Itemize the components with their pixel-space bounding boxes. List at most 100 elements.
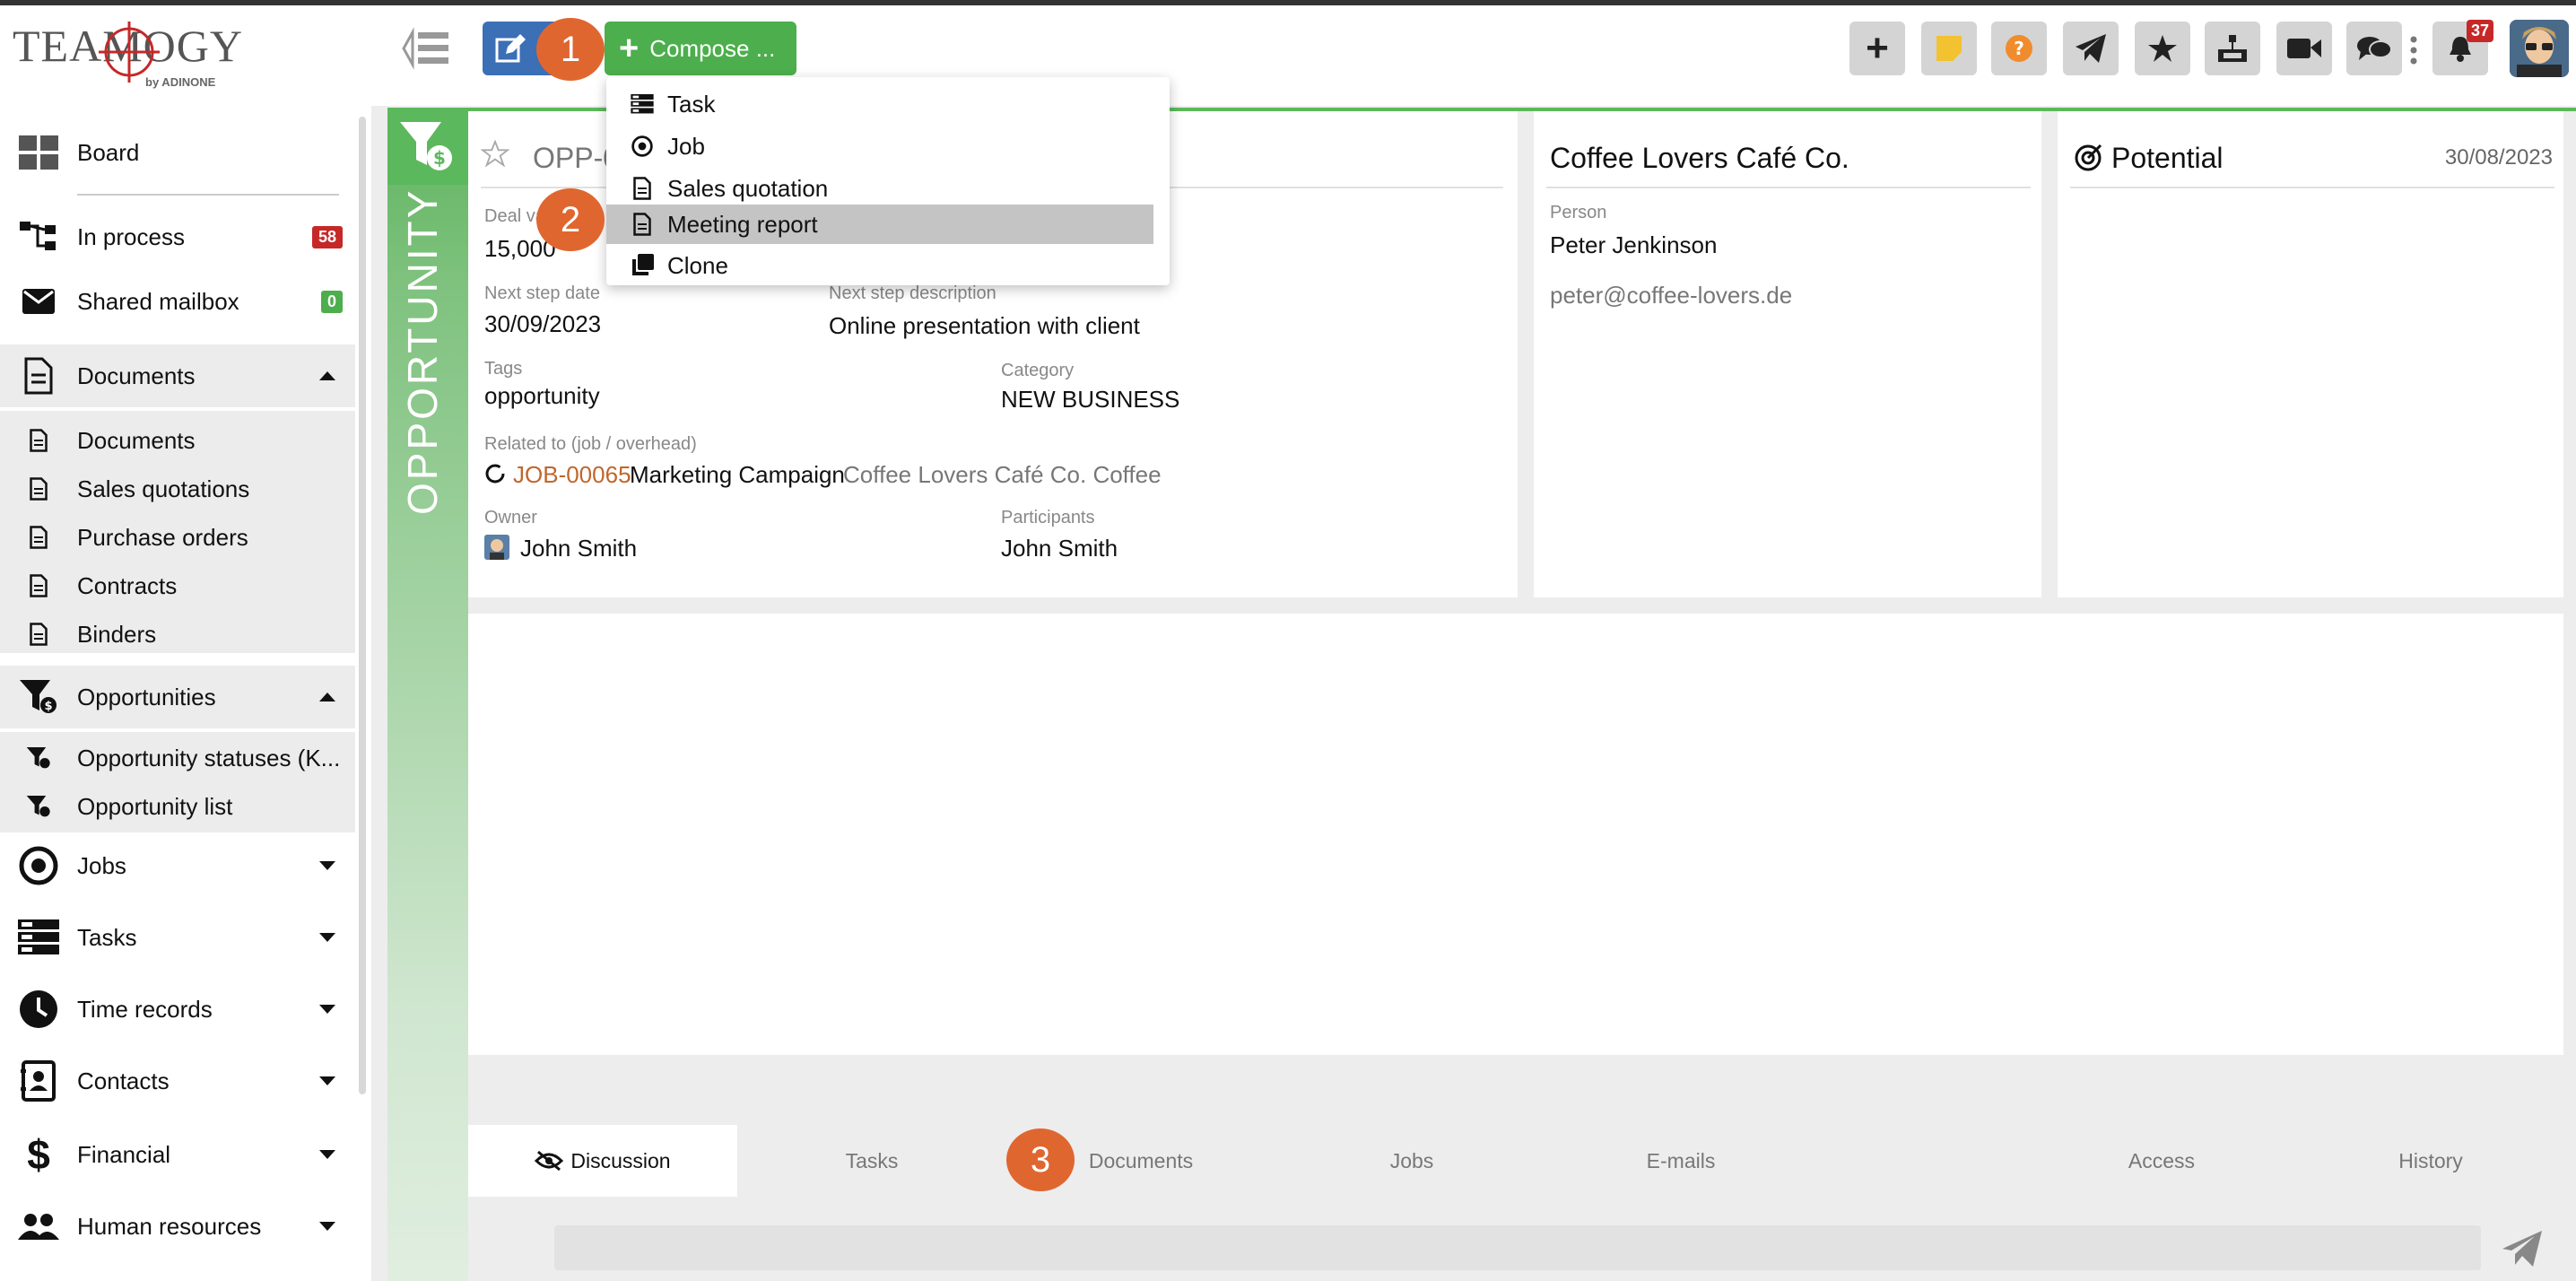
sidebar-subitem-opportunity-list[interactable]: Opportunity list <box>0 784 355 829</box>
sidebar-subitem-contracts[interactable]: Contracts <box>0 563 355 608</box>
tab-tasks[interactable]: Tasks <box>737 1125 1006 1197</box>
tab-emails[interactable]: E-mails <box>1546 1125 1815 1197</box>
sidebar-item-jobs[interactable]: Jobs <box>0 838 355 893</box>
video-call-button[interactable] <box>2276 22 2332 75</box>
funnel-dollar-icon: $ <box>18 680 59 714</box>
bullseye-arrow-icon <box>2075 144 2102 171</box>
menu-item-job[interactable]: Job <box>606 126 1170 166</box>
funnel-dollar-icon: $ <box>400 122 452 170</box>
count-badge: 0 <box>320 290 343 313</box>
category-label: Category <box>1001 361 1075 380</box>
sidebar-item-shared-mailbox[interactable]: Shared mailbox 0 <box>0 276 355 327</box>
favorites-button[interactable] <box>2135 22 2190 75</box>
menu-item-sales-quotation[interactable]: Sales quotation <box>606 169 1170 208</box>
sidebar-subitem-documents[interactable]: Documents <box>0 418 355 463</box>
document-icon <box>18 574 59 597</box>
document-icon <box>18 477 59 501</box>
sidebar-item-label: Purchase orders <box>77 523 248 551</box>
tab-label: Access <box>2128 1148 2196 1172</box>
step-marker-1: 1 <box>536 18 605 81</box>
sidebar-subitem-sales-quotations[interactable]: Sales quotations <box>0 466 355 511</box>
expand-caret-icon <box>319 1005 335 1014</box>
sidebar-item-tasks[interactable]: Tasks <box>0 910 355 965</box>
potential-card: Potential 30/08/2023 <box>2058 111 2563 597</box>
menu-item-clone[interactable]: Clone <box>606 246 1170 285</box>
hierarchy-button[interactable] <box>2205 22 2260 75</box>
expand-caret-icon <box>319 1222 335 1231</box>
owner-avatar <box>484 535 509 560</box>
sidebar-item-opportunities[interactable]: $ Opportunities <box>0 666 355 728</box>
tab-jobs[interactable]: Jobs <box>1277 1125 1546 1197</box>
sidebar-item-label: Opportunities <box>77 683 216 710</box>
sidebar-scrollbar[interactable] <box>359 117 366 1094</box>
tab-access[interactable]: Access <box>2027 1125 2296 1197</box>
sidebar-divider <box>77 194 339 196</box>
menu-item-task[interactable]: Task <box>606 84 1170 124</box>
more-options-button[interactable] <box>2409 36 2418 65</box>
sidebar-item-board[interactable]: Board <box>0 127 355 178</box>
next-step-description-label: Next step description <box>829 283 996 303</box>
svg-text:?: ? <box>2014 38 2024 59</box>
document-icon <box>628 213 657 236</box>
related-job-id-link[interactable]: JOB-00065 <box>513 461 631 489</box>
envelope-icon <box>18 289 59 314</box>
owner-avatar-icon <box>490 539 504 560</box>
sidebar-item-label: Binders <box>77 620 157 648</box>
add-button[interactable]: + <box>1849 22 1905 75</box>
step-marker-2: 2 <box>536 188 605 251</box>
sidebar-item-in-process[interactable]: In process 58 <box>0 212 355 262</box>
person-label: Person <box>1550 203 1607 222</box>
tags-value: opportunity <box>484 382 600 409</box>
hierarchy-icon <box>2218 35 2247 62</box>
person-name[interactable]: Peter Jenkinson <box>1550 231 1717 259</box>
sidebar-subitem-binders[interactable]: Binders <box>0 612 355 657</box>
notification-count-badge: 37 <box>2467 20 2494 42</box>
tab-discussion[interactable]: Discussion <box>468 1125 737 1197</box>
paper-plane-icon <box>2502 1231 2542 1267</box>
send-message-button[interactable] <box>2502 1231 2542 1267</box>
user-avatar[interactable] <box>2510 20 2569 77</box>
funnel-dollar-icon <box>18 796 59 817</box>
company-card: Coffee Lovers Café Co. Person Peter Jenk… <box>1534 111 2041 597</box>
sidebar-item-human-resources[interactable]: Human resources <box>0 1198 355 1254</box>
send-button[interactable] <box>2063 22 2119 75</box>
expand-caret-icon <box>319 861 335 870</box>
menu-item-label: Clone <box>667 251 728 279</box>
people-icon <box>18 1213 59 1240</box>
svg-text:$: $ <box>433 147 446 169</box>
person-email[interactable]: peter@coffee-lovers.de <box>1550 282 1792 309</box>
clone-icon <box>628 254 657 277</box>
menu-item-meeting-report[interactable]: Meeting report <box>606 205 1153 244</box>
chat-button[interactable] <box>2346 22 2402 75</box>
sticky-note-button[interactable] <box>1921 22 1977 75</box>
next-step-date: 30/09/2023 <box>484 310 602 337</box>
sidebar-item-time-records[interactable]: Time records <box>0 981 355 1037</box>
category-value: NEW BUSINESS <box>1001 386 1180 413</box>
sidebar: Board In process 58 Shared mailbox 0 Doc… <box>0 108 368 1281</box>
sidebar-item-documents[interactable]: Documents <box>0 344 355 407</box>
board-icon <box>18 135 59 170</box>
collapse-icon <box>402 27 448 70</box>
compose-label: Compose ... <box>649 34 776 62</box>
star-outline-icon[interactable] <box>481 140 509 167</box>
sidebar-subitem-opportunity-statuses[interactable]: Opportunity statuses (K... <box>0 736 355 780</box>
company-name[interactable]: Coffee Lovers Café Co. <box>1550 142 1849 175</box>
plus-icon: + <box>1866 26 1889 70</box>
sidebar-item-contacts[interactable]: Contacts <box>0 1053 355 1109</box>
target-icon <box>628 135 657 157</box>
video-camera-icon <box>2287 39 2321 58</box>
sidebar-item-label: Shared mailbox <box>77 287 239 315</box>
rail-label: OPPORTUNITY <box>399 187 446 515</box>
document-icon <box>18 526 59 549</box>
sidebar-item-financial[interactable]: $ Financial <box>0 1127 355 1182</box>
sidebar-item-label: Time records <box>77 995 213 1023</box>
tab-history[interactable]: History <box>2296 1125 2565 1197</box>
message-input[interactable] <box>554 1225 2481 1270</box>
sidebar-subitem-purchase-orders[interactable]: Purchase orders <box>0 515 355 560</box>
teamogy-logo[interactable]: TEAMOGY by ADINONE <box>13 20 242 95</box>
compose-button[interactable]: + Compose ... <box>605 22 796 75</box>
help-button[interactable]: ? <box>1991 22 2047 75</box>
document-icon <box>18 623 59 646</box>
collapse-sidebar-button[interactable] <box>400 27 454 70</box>
address-book-icon <box>18 1060 59 1102</box>
